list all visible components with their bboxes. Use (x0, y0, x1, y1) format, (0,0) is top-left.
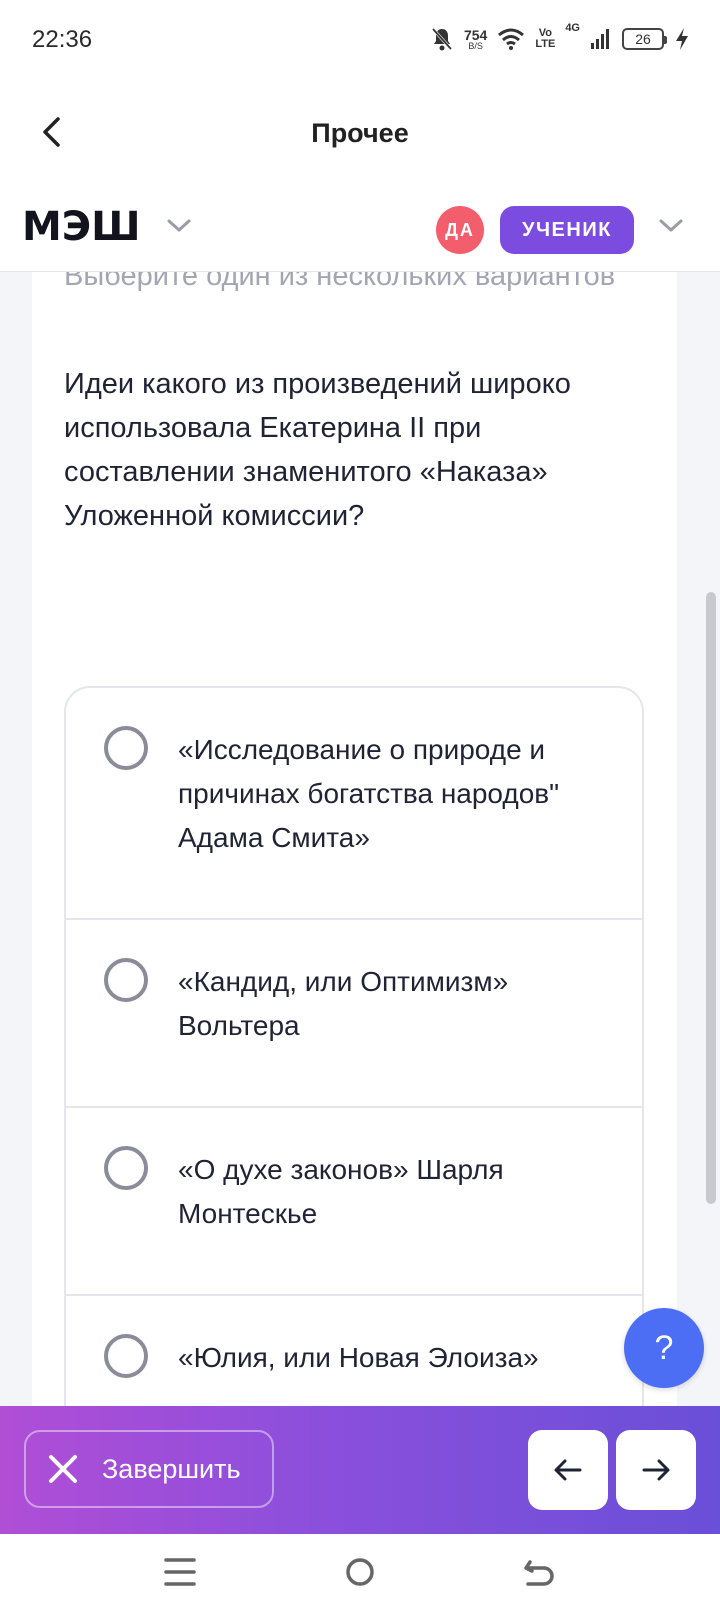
page-title: Прочее (311, 118, 409, 148)
task-card: Выберите один из нескольких вариантов Ид… (32, 272, 677, 1406)
volte-indicator: Vo LTE (535, 28, 555, 50)
arrow-left-icon (554, 1459, 582, 1481)
mesh-logo[interactable]: МЭШ (22, 204, 141, 250)
signal-icon (591, 29, 609, 49)
answer-option-label: «Исследование о природе и причинах богат… (178, 734, 560, 853)
answer-option[interactable]: «О духе законов» Шарля Монтескье (66, 1108, 642, 1296)
answer-option[interactable]: «Исследование о природе и причинах богат… (66, 688, 642, 920)
wifi-icon (498, 28, 525, 50)
help-button[interactable]: ? (624, 1308, 704, 1388)
mute-bell-icon (431, 27, 453, 51)
back-gesture-icon[interactable] (518, 1550, 562, 1594)
net-speed-value: 754 (463, 26, 488, 43)
battery-level: 26 (635, 31, 651, 47)
radio-button[interactable] (104, 1146, 148, 1190)
network-type: 4G (565, 22, 580, 34)
brand-bar: МЭШ ДА УЧЕНИК (0, 190, 720, 272)
charging-icon (676, 28, 688, 50)
answer-options: «Исследование о природе и причинах богат… (64, 686, 644, 1406)
radio-button[interactable] (104, 958, 148, 1002)
status-icons: 754 B/S Vo LTE 4G 26 (430, 22, 690, 56)
status-bar: 22:36 754 B/S Vo LTE 4G 26 (0, 0, 720, 80)
net-speed-unit: B/S (468, 40, 483, 51)
answer-option-label: «Кандид, или Оптимизм» Вольтера (178, 966, 509, 1041)
arrow-right-icon (642, 1459, 670, 1481)
answer-option[interactable]: «Юлия, или Новая Элоиза» (66, 1296, 642, 1406)
chevron-down-icon[interactable] (164, 210, 194, 240)
battery-icon: 26 (622, 28, 667, 50)
app-header: Прочее (0, 80, 720, 190)
answer-option[interactable]: «Кандид, или Оптимизм» Вольтера (66, 920, 642, 1108)
answer-option-label: «Юлия, или Новая Элоиза» (178, 1342, 539, 1373)
prev-button[interactable] (528, 1430, 608, 1510)
radio-button[interactable] (104, 1334, 148, 1378)
net-speed: 754 B/S (464, 28, 487, 51)
answer-option-label: «О духе законов» Шарля Монтескье (178, 1154, 504, 1229)
scrollbar[interactable] (706, 592, 716, 1204)
close-icon (49, 1455, 77, 1483)
system-nav-bar (0, 1534, 720, 1612)
role-badge[interactable]: УЧЕНИК (500, 206, 634, 254)
task-content: Выберите один из нескольких вариантов Ид… (0, 272, 720, 1406)
status-time: 22:36 (32, 26, 93, 53)
finish-button[interactable]: Завершить (24, 1430, 274, 1508)
task-hint: Выберите один из нескольких вариантов (64, 272, 616, 292)
next-button[interactable] (616, 1430, 696, 1510)
finish-button-label: Завершить (102, 1453, 241, 1484)
volte-bottom: LTE (535, 38, 556, 50)
menu-icon[interactable] (158, 1550, 202, 1594)
chevron-down-icon[interactable] (656, 210, 686, 240)
question-text: Идеи какого из произведений широко испол… (64, 368, 571, 532)
home-icon[interactable] (338, 1550, 382, 1594)
radio-button[interactable] (104, 726, 148, 770)
avatar[interactable]: ДА (436, 206, 484, 254)
action-bar: Завершить (0, 1406, 720, 1534)
